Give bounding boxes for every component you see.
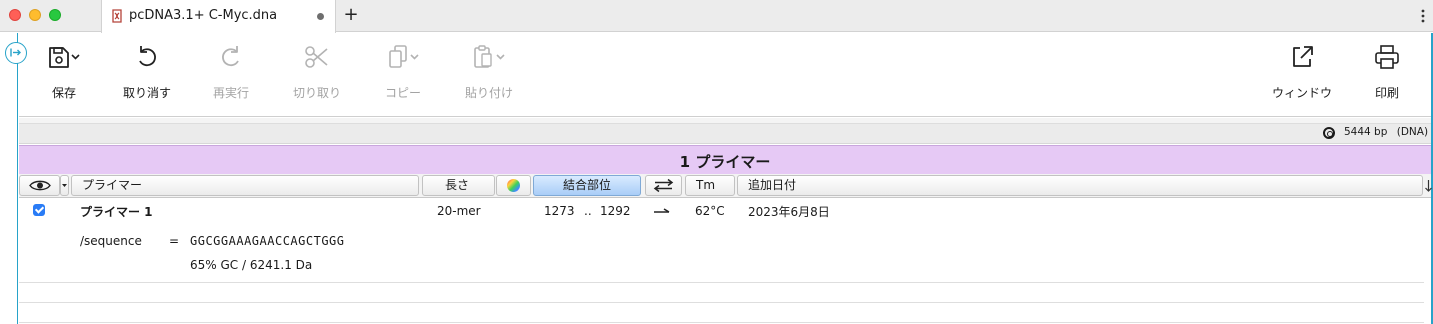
undo-button[interactable]: 取り消す xyxy=(112,43,182,107)
tab-title: pcDNA3.1+ C-Myc.dna xyxy=(129,8,278,23)
sequence-label: /sequence xyxy=(80,234,142,248)
minimize-window-button[interactable] xyxy=(29,9,41,21)
binding-separator: .. xyxy=(584,204,592,218)
column-direction[interactable] xyxy=(645,175,682,196)
paste-icon xyxy=(474,45,505,68)
column-tm[interactable]: Tm xyxy=(685,175,735,196)
undo-icon xyxy=(139,46,156,67)
swap-direction-icon xyxy=(653,178,674,193)
row-divider xyxy=(19,322,1424,323)
visibility-column-header[interactable] xyxy=(19,175,60,196)
binding-end: 1292 xyxy=(600,204,631,218)
redo-button[interactable]: 再実行 xyxy=(196,43,266,107)
sequence-info-bar: 5444 bp (DNA) xyxy=(19,118,1431,144)
tm-column-label: Tm xyxy=(696,178,716,192)
visibility-dropdown[interactable] xyxy=(60,175,69,196)
primer-name-column-label: プライマー xyxy=(82,178,143,192)
printer-icon xyxy=(1375,45,1399,69)
primer-name[interactable]: プライマー 1 xyxy=(80,203,153,220)
window-button[interactable]: ウィンドウ xyxy=(1267,43,1337,107)
print-button[interactable]: 印刷 xyxy=(1352,43,1422,107)
color-wheel-icon xyxy=(507,179,520,192)
primer-date-added: 2023年6月8日 xyxy=(748,205,830,219)
molecule-type: (DNA) xyxy=(1396,126,1429,138)
length-column-label: 長さ xyxy=(445,178,470,192)
column-header-bar: プライマー 長さ 結合部位 Tm 追加日付 xyxy=(19,174,1431,198)
sequence-equals: = xyxy=(169,234,180,248)
primer-length: 20-mer xyxy=(437,204,481,218)
row-divider xyxy=(19,282,1424,283)
date-added-column-label: 追加日付 xyxy=(748,178,797,192)
gc-content-mw: 65% GC / 6241.1 Da xyxy=(190,258,313,272)
left-rail xyxy=(0,33,18,324)
window-label: ウィンドウ xyxy=(1271,86,1332,100)
binding-start: 1273 xyxy=(544,204,575,218)
expand-arrow-icon xyxy=(10,48,21,57)
primer-sequence[interactable]: GGCGGAAAGAACCAGCTGGG xyxy=(190,234,345,248)
column-date-added[interactable]: 追加日付 xyxy=(737,175,1423,196)
close-window-button[interactable] xyxy=(9,9,21,21)
eye-icon xyxy=(29,180,51,191)
column-binding-site[interactable]: 結合部位 xyxy=(533,175,641,196)
copy-icon xyxy=(389,45,419,68)
binding-site-column-label: 結合部位 xyxy=(562,178,611,192)
circular-sequence-icon xyxy=(1323,127,1335,139)
open-in-window-icon xyxy=(1293,46,1313,67)
primer-count-title: 1 プライマー xyxy=(679,153,771,171)
primer-list: プライマー 1 20-mer 1273 .. 1292 62°C 2023年6月… xyxy=(19,198,1424,324)
column-color[interactable] xyxy=(496,175,531,196)
more-menu-icon[interactable] xyxy=(1419,6,1427,26)
forward-direction-icon xyxy=(654,208,670,213)
save-label: 保存 xyxy=(51,86,76,100)
primer-visibility-checkbox[interactable] xyxy=(33,204,45,216)
cut-button[interactable]: 切り取り xyxy=(282,43,352,107)
dropdown-arrow-icon xyxy=(62,184,67,187)
unsaved-indicator-icon[interactable] xyxy=(317,13,324,20)
undo-label: 取り消す xyxy=(122,86,171,100)
column-primer-name[interactable]: プライマー xyxy=(71,175,419,196)
paste-label: 貼り付け xyxy=(464,86,513,100)
expand-sidebar-button[interactable] xyxy=(5,42,27,64)
sort-down-icon[interactable] xyxy=(1424,175,1433,197)
redo-label: 再実行 xyxy=(212,86,249,100)
redo-icon xyxy=(222,46,239,67)
dna-file-icon xyxy=(112,9,122,23)
primer-panel-header: 1 プライマー xyxy=(19,145,1431,174)
save-button[interactable]: 保存 xyxy=(29,43,99,107)
title-bar: pcDNA3.1+ C-Myc.dna + xyxy=(0,0,1433,33)
document-tab[interactable]: pcDNA3.1+ C-Myc.dna xyxy=(101,0,336,33)
row-divider xyxy=(19,302,1424,303)
paste-button[interactable]: 貼り付け xyxy=(454,43,524,107)
toolbar: 保存 取り消す 再実行 切り取り コピー 貼り付け ウィンドウ 印刷 xyxy=(19,33,1431,117)
scissors-icon xyxy=(305,46,328,68)
zoom-window-button[interactable] xyxy=(49,9,61,21)
cut-label: 切り取り xyxy=(292,86,341,100)
copy-button[interactable]: コピー xyxy=(368,43,438,107)
primer-tm: 62°C xyxy=(695,204,725,218)
save-icon xyxy=(49,47,80,68)
info-strip-top xyxy=(19,118,1431,124)
sequence-length: 5444 bp (DNA) xyxy=(1344,126,1428,138)
column-length[interactable]: 長さ xyxy=(422,175,495,196)
print-label: 印刷 xyxy=(1374,86,1399,100)
new-tab-button[interactable]: + xyxy=(343,4,359,25)
copy-label: コピー xyxy=(384,86,421,100)
bp-count: 5444 bp xyxy=(1344,126,1388,138)
app-window: pcDNA3.1+ C-Myc.dna + 保存 取り消す 再実行 切り取り コ… xyxy=(0,0,1433,324)
